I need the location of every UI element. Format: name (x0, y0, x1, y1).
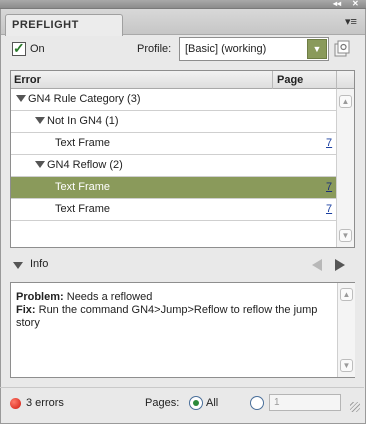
page-link[interactable]: 7 (326, 203, 332, 215)
info-label: Info (30, 258, 49, 270)
table-rows: GN4 Rule Category (3) Not In GN4 (1) Tex… (11, 89, 336, 221)
table-row-4[interactable]: Text Frame 7 (11, 177, 336, 199)
scroll-down-icon[interactable]: ▼ (340, 359, 353, 372)
expand-triangle-icon[interactable] (35, 161, 45, 168)
row-label: Text Frame (55, 203, 111, 215)
row-label: Text Frame (55, 181, 111, 193)
previous-arrow-icon[interactable] (312, 259, 322, 271)
info-text: Problem: Needs a reflowed Fix: Run the c… (16, 291, 334, 330)
close-icon[interactable]: ✕ (352, 0, 359, 9)
on-toggle[interactable]: On (12, 40, 45, 58)
table-row-0[interactable]: GN4 Rule Category (3) (11, 89, 336, 111)
tab-label: PREFLIGHT (12, 19, 79, 31)
table-row-5[interactable]: Text Frame 7 (11, 199, 336, 221)
pages-all-label: All (206, 397, 219, 409)
column-header-error[interactable]: Error (14, 74, 41, 86)
expand-triangle-icon[interactable] (16, 95, 26, 102)
fix-value: Run the command GN4>Jump>Reflow to reflo… (16, 304, 318, 329)
table-row-1[interactable]: Not In GN4 (1) (11, 111, 336, 133)
pages-label: Pages: (145, 397, 180, 409)
fix-key: Fix: (16, 304, 36, 316)
info-box: Problem: Needs a reflowed Fix: Run the c… (10, 282, 355, 378)
profile-dropdown[interactable]: [Basic] (working) ▼ (179, 37, 329, 61)
panel-tabstrip: PREFLIGHT ▾≡ (1, 9, 365, 36)
expand-triangle-icon[interactable] (13, 262, 23, 269)
on-checkbox[interactable] (12, 40, 26, 57)
table-row-2[interactable]: Text Frame 7 (11, 133, 336, 155)
table-scrollbar[interactable]: ▲ ▼ (336, 89, 354, 247)
error-table: Error Page GN4 Rule Category (3) Not In … (10, 70, 355, 248)
page-link[interactable]: 7 (326, 137, 332, 149)
error-count[interactable]: 3 errors (26, 397, 64, 409)
profile-value: [Basic] (working) (185, 43, 267, 55)
collapse-icon[interactable]: ◂◂ (333, 0, 341, 9)
scroll-up-icon[interactable]: ▲ (340, 288, 353, 301)
info-scrollbar[interactable]: ▲ ▼ (337, 283, 355, 377)
problem-value: Needs a reflowed (66, 291, 153, 303)
resize-grip-icon[interactable] (350, 402, 360, 412)
problem-key: Problem: (16, 291, 64, 303)
table-header: Error Page (11, 71, 354, 89)
pages-all-radio[interactable] (189, 396, 203, 410)
status-bar: 3 errors Pages: All 1 (0, 387, 364, 414)
column-header-spacer (336, 71, 354, 89)
page-range-input[interactable]: 1 (269, 394, 341, 411)
expand-triangle-icon[interactable] (35, 117, 45, 124)
chevron-down-icon[interactable]: ▼ (307, 39, 327, 59)
define-profiles-icon[interactable] (333, 40, 351, 58)
on-label: On (30, 43, 45, 55)
row-label: Not In GN4 (1) (47, 115, 119, 127)
row-label: GN4 Rule Category (3) (28, 93, 141, 105)
scroll-up-icon[interactable]: ▲ (339, 95, 352, 108)
scroll-down-icon[interactable]: ▼ (339, 229, 352, 242)
error-status-icon (10, 398, 21, 409)
row-label: GN4 Reflow (2) (47, 159, 123, 171)
profile-label: Profile: (137, 43, 172, 55)
table-row-3[interactable]: GN4 Reflow (2) (11, 155, 336, 177)
tab-preflight[interactable]: PREFLIGHT (5, 14, 123, 36)
info-section-header[interactable]: Info (10, 255, 355, 275)
next-arrow-icon[interactable] (335, 259, 345, 271)
window-titlebar: ◂◂ ✕ (0, 0, 366, 9)
row-label: Text Frame (55, 137, 111, 149)
column-header-page[interactable]: Page (272, 71, 336, 89)
panel-menu-icon[interactable]: ▾≡ (343, 16, 359, 28)
pages-range-radio[interactable] (250, 396, 264, 410)
page-link[interactable]: 7 (326, 181, 332, 193)
